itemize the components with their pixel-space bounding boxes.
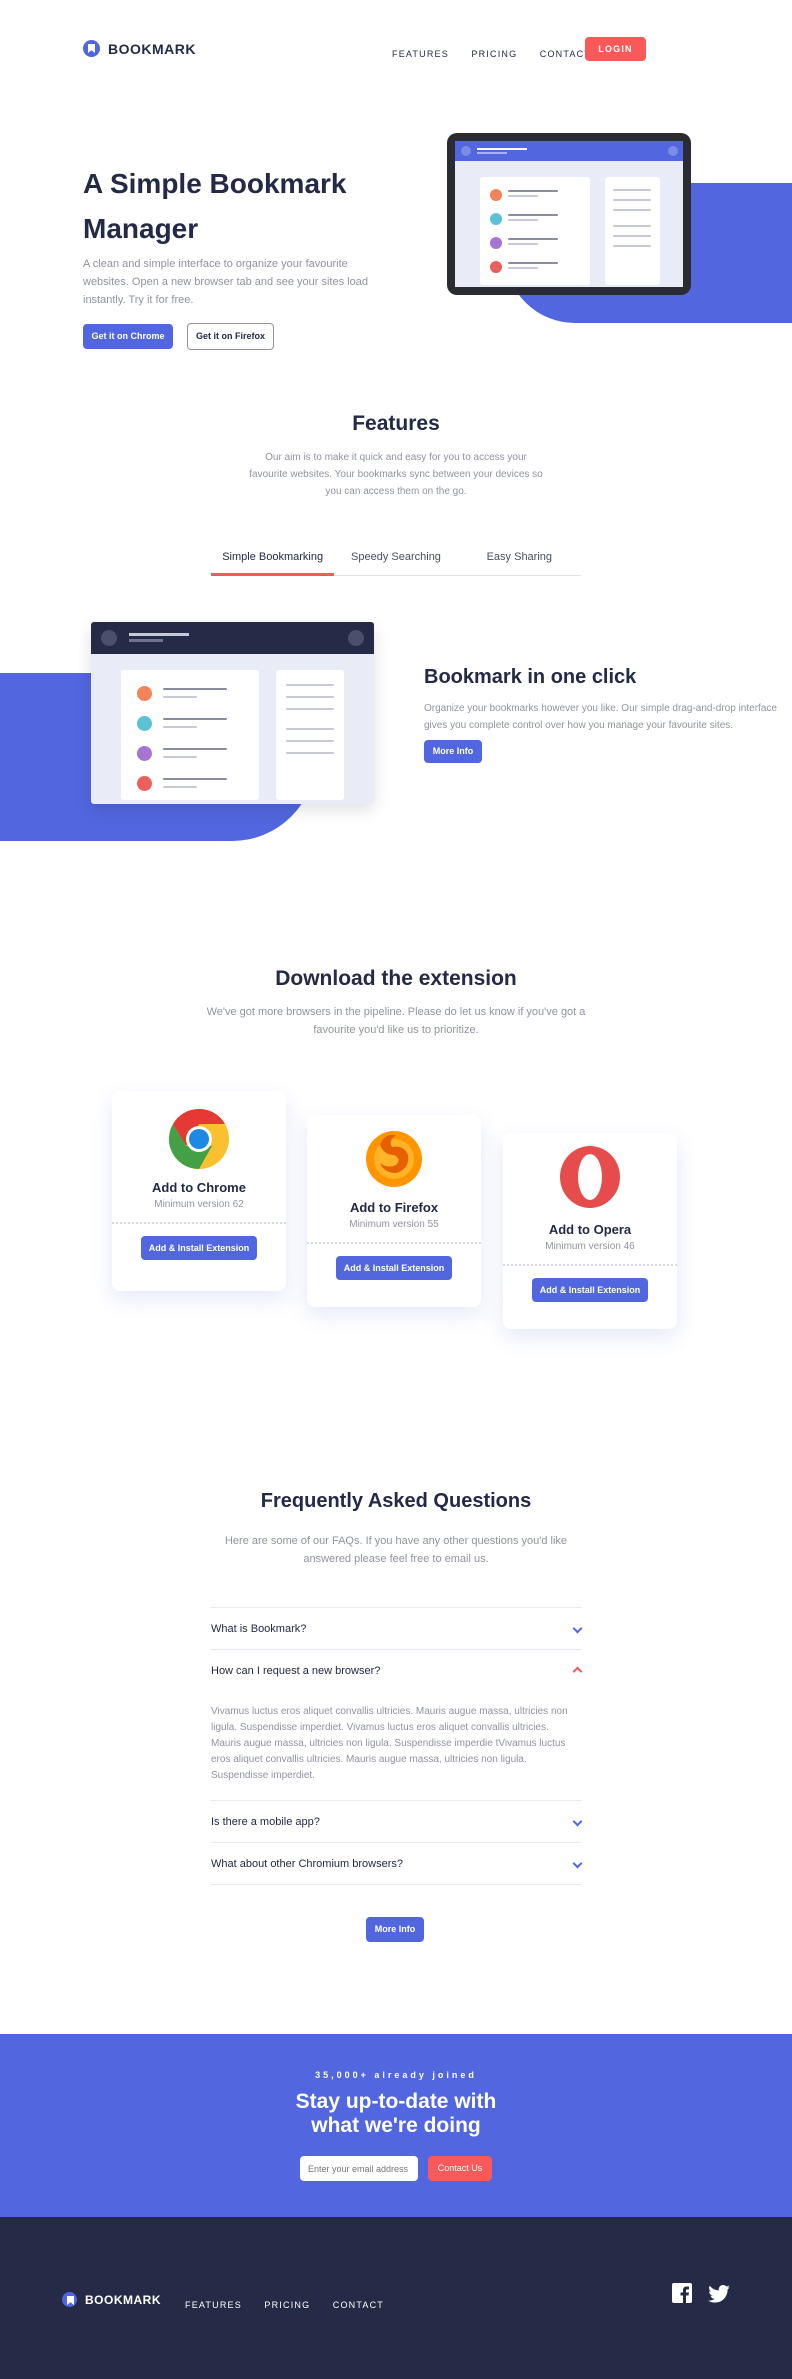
hero-description: A clean and simple interface to organize… — [83, 258, 368, 306]
download-title: Download the extension — [275, 967, 517, 990]
facebook-icon[interactable] — [672, 2283, 692, 2303]
faq-question: What about other Chromium browsers? — [211, 1857, 403, 1870]
feature-more-info-button[interactable]: More Info — [424, 740, 482, 763]
cta-section: 35,000+ already joined Stay up-to-date w… — [0, 2034, 792, 2217]
faq-question: Is there a mobile app? — [211, 1815, 320, 1828]
nav-pricing[interactable]: PRICING — [471, 49, 517, 59]
cta-title-line1: Stay up-to-date with — [295, 2090, 497, 2113]
download-description: We've got more browsers in the pipeline.… — [206, 1006, 586, 1036]
firefox-icon — [366, 1131, 422, 1187]
cta-eyebrow: 35,000+ already joined — [315, 2070, 477, 2080]
faq-item[interactable]: What about other Chromium browsers? — [211, 1843, 583, 1885]
faq-item[interactable]: What is Bookmark? — [211, 1608, 583, 1650]
email-input[interactable] — [300, 2156, 418, 2181]
footer-nav-contact[interactable]: CONTACT — [333, 2300, 384, 2310]
feature-panel-title: Bookmark in one click — [424, 666, 637, 688]
chevron-down-icon — [572, 1816, 583, 1827]
hero-title-line1: A Simple Bookmark — [83, 168, 347, 199]
features-illustration — [91, 622, 374, 804]
nav-contact[interactable]: CONTACT — [540, 49, 591, 59]
chrome-icon — [168, 1109, 229, 1169]
footer-nav: FEATURES PRICING CONTACT — [185, 2295, 384, 2313]
firefox-card: Add to Firefox Minimum version 55 Add & … — [307, 1115, 481, 1307]
faq-list: What is Bookmark? How can I request a ne… — [211, 1607, 583, 1885]
opera-card-title: Add to Opera — [548, 1222, 632, 1237]
chrome-install-button[interactable]: Add & Install Extension — [141, 1236, 257, 1260]
footer-nav-features[interactable]: FEATURES — [185, 2300, 242, 2310]
features-title: Features — [352, 412, 440, 435]
faq-item[interactable]: How can I request a new browser? — [211, 1650, 583, 1692]
cta-form: Contact Us — [0, 2156, 792, 2181]
opera-install-button[interactable]: Add & Install Extension — [532, 1278, 648, 1302]
opera-card: Add to Opera Minimum version 46 Add & In… — [503, 1133, 677, 1329]
bookmark-logo-icon — [62, 2292, 77, 2307]
bookmark-logo-icon — [83, 40, 100, 57]
chrome-card-version: Minimum version 62 — [154, 1199, 244, 1210]
header-logo[interactable]: BOOKMARK — [83, 40, 196, 57]
tab-easy-sharing[interactable]: Easy Sharing — [458, 551, 581, 575]
features-tabs: Simple Bookmarking Speedy Searching Easy… — [211, 551, 581, 576]
faq-more-info-button[interactable]: More Info — [366, 1917, 424, 1942]
footer-logo[interactable]: BOOKMARK — [62, 2292, 161, 2307]
opera-icon — [560, 1146, 620, 1208]
chevron-up-icon — [572, 1666, 583, 1676]
chevron-down-icon — [572, 1623, 583, 1634]
hero-tablet-illustration — [447, 133, 691, 295]
header-nav: FEATURES PRICING CONTACT — [374, 44, 591, 62]
cta-title-line2: what we're doing — [311, 2114, 481, 2137]
faq-title: Frequently Asked Questions — [260, 1490, 532, 1512]
chrome-card: Add to Chrome Minimum version 62 Add & I… — [112, 1091, 286, 1291]
chrome-card-title: Add to Chrome — [152, 1180, 246, 1195]
logo-text: BOOKMARK — [108, 40, 196, 57]
cta-title: Stay up-to-date with what we're doing — [0, 2090, 792, 2138]
faq-item[interactable]: Is there a mobile app? — [211, 1801, 583, 1843]
get-chrome-button[interactable]: Get it on Chrome — [83, 324, 173, 349]
nav-features[interactable]: FEATURES — [392, 49, 449, 59]
footer-logo-text: BOOKMARK — [85, 2292, 161, 2307]
tab-simple-bookmarking[interactable]: Simple Bookmarking — [211, 551, 335, 576]
chevron-down-icon — [572, 1858, 583, 1869]
twitter-icon[interactable] — [708, 2285, 730, 2303]
faq-question: How can I request a new browser? — [211, 1665, 381, 1677]
faq-description: Here are some of our FAQs. If you have a… — [224, 1535, 568, 1565]
footer: BOOKMARK FEATURES PRICING CONTACT — [0, 2217, 792, 2379]
faq-answer: Vivamus luctus eros aliquet convallis ul… — [211, 1706, 568, 1781]
features-description: Our aim is to make it quick and easy for… — [249, 452, 543, 497]
firefox-card-version: Minimum version 55 — [349, 1219, 439, 1230]
footer-nav-pricing[interactable]: PRICING — [264, 2300, 310, 2310]
faq-item-open: How can I request a new browser? Vivamus… — [211, 1650, 583, 1801]
hero-title-line2: Manager — [83, 213, 199, 244]
faq-question: What is Bookmark? — [211, 1622, 307, 1635]
hero-text-block: A Simple Bookmark Manager A clean and sim… — [83, 161, 413, 309]
login-button[interactable]: LOGIN — [585, 37, 646, 61]
opera-card-version: Minimum version 46 — [545, 1241, 635, 1252]
firefox-install-button[interactable]: Add & Install Extension — [336, 1256, 452, 1280]
firefox-card-title: Add to Firefox — [349, 1200, 439, 1215]
contact-us-button[interactable]: Contact Us — [428, 2156, 492, 2181]
tab-speedy-searching[interactable]: Speedy Searching — [334, 551, 457, 575]
feature-panel-description: Organize your bookmarks however you like… — [424, 703, 777, 731]
get-firefox-button[interactable]: Get it on Firefox — [187, 323, 274, 350]
